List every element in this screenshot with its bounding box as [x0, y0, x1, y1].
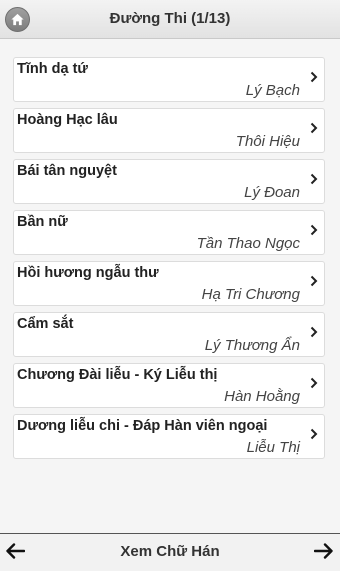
chevron-right-icon [310, 122, 318, 134]
poem-author: Liễu Thị [246, 439, 300, 456]
poem-title: Bần nữ [17, 214, 68, 230]
chevron-right-icon [310, 71, 318, 83]
poem-author: Thôi Hiệu [235, 133, 300, 150]
view-han-button[interactable]: Xem Chữ Hán [0, 543, 340, 560]
page-title: Đường Thi (1/13) [109, 10, 231, 27]
poem-list-item[interactable]: Bần nữ Tần Thao Ngọc [13, 210, 325, 255]
poem-author: Hạ Tri Chương [201, 286, 300, 303]
poem-list-item[interactable]: Tĩnh dạ tứ Lý Bạch [13, 57, 325, 102]
poem-list-item[interactable]: Dương liễu chi - Đáp Hàn viên ngoại Liễu… [13, 414, 325, 459]
poem-list-item[interactable]: Bái tân nguyệt Lý Đoan [13, 159, 325, 204]
chevron-right-icon [310, 275, 318, 287]
chevron-right-icon [310, 224, 318, 236]
poem-list: Tĩnh dạ tứ Lý Bạch Hoàng Hạc lâu Thôi Hi… [13, 57, 325, 465]
poem-title: Hồi hương ngẫu thư [17, 265, 159, 281]
poem-title: Dương liễu chi - Đáp Hàn viên ngoại [17, 418, 268, 434]
poem-title: Chương Đài liễu - Ký Liễu thị [17, 367, 218, 383]
poem-list-item[interactable]: Chương Đài liễu - Ký Liễu thị Hàn Hoằng [13, 363, 325, 408]
poem-list-item[interactable]: Hoàng Hạc lâu Thôi Hiệu [13, 108, 325, 153]
poem-author: Hàn Hoằng [224, 388, 300, 405]
poem-author: Lý Bạch [245, 82, 300, 99]
poem-title: Hoàng Hạc lâu [17, 112, 118, 128]
poem-title: Cẩm sắt [17, 316, 74, 332]
poem-author: Lý Đoan [244, 184, 300, 201]
chevron-right-icon [310, 377, 318, 389]
poem-author: Lý Thương Ẩn [204, 337, 300, 354]
poem-title: Tĩnh dạ tứ [17, 61, 88, 77]
header-bar: Đường Thi (1/13) [0, 0, 340, 39]
chevron-right-icon [310, 173, 318, 185]
chevron-right-icon [310, 428, 318, 440]
poem-author: Tần Thao Ngọc [196, 235, 300, 252]
arrow-right-icon[interactable] [314, 543, 334, 559]
footer-bar: Xem Chữ Hán [0, 533, 340, 571]
poem-list-item[interactable]: Hồi hương ngẫu thư Hạ Tri Chương [13, 261, 325, 306]
poem-list-item[interactable]: Cẩm sắt Lý Thương Ẩn [13, 312, 325, 357]
poem-title: Bái tân nguyệt [17, 163, 117, 179]
chevron-right-icon [310, 326, 318, 338]
